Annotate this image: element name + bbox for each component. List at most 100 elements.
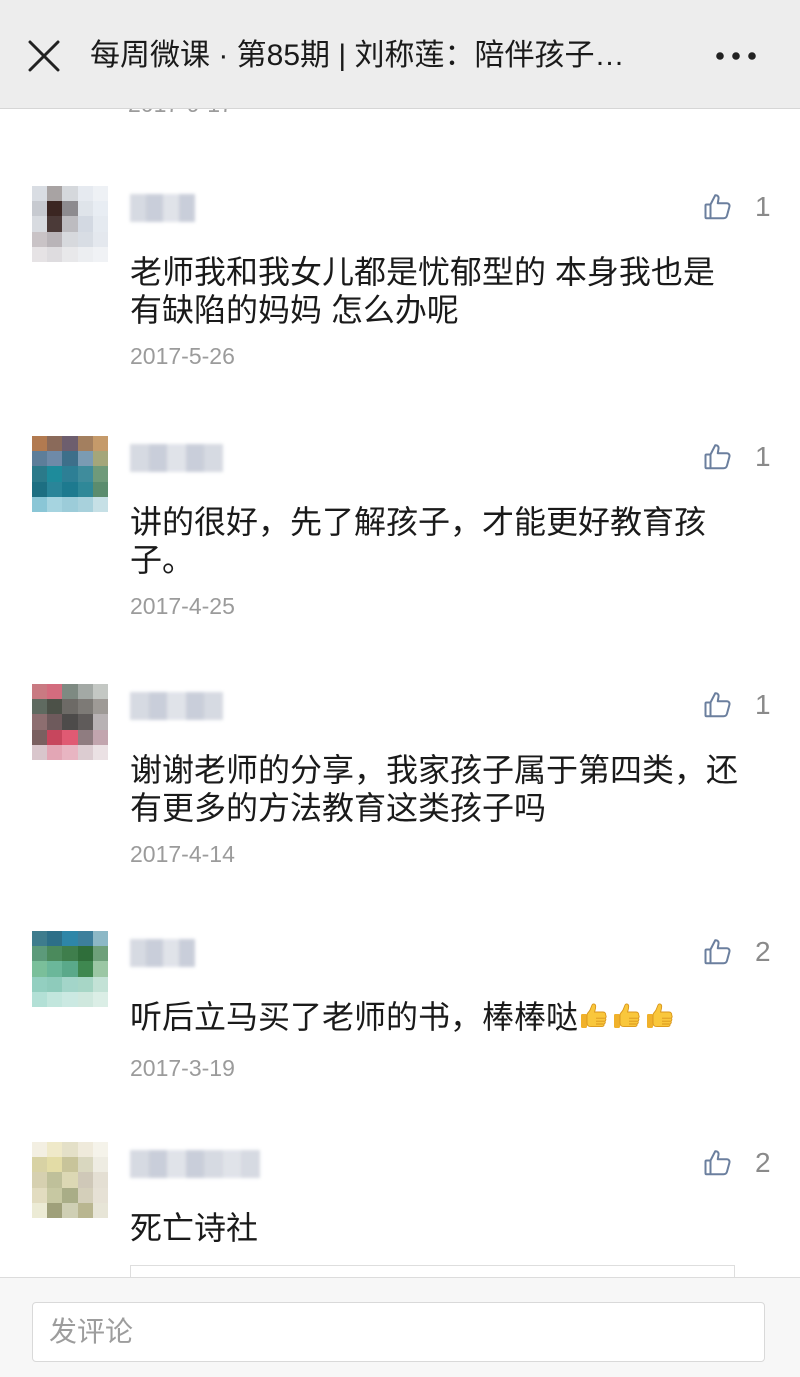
avatar-pixel [47, 684, 63, 700]
avatar-pixel [92, 729, 108, 745]
avatar-pixel [32, 1172, 48, 1188]
avatar-pixel [77, 216, 93, 232]
comment-item: 1 谢谢老师的分享，我家孩子属于第四类，还 有更多的方法教育这类孩子吗 2017… [0, 684, 800, 867]
avatar-pixel [62, 216, 78, 232]
avatar-pixel [47, 496, 63, 512]
comment-body: 听后立马买了老师的书，棒棒哒 2017-3-19 [130, 998, 677, 1083]
avatar-pixel [92, 976, 108, 992]
avatar-pixel [62, 466, 78, 482]
avatar-pixel [92, 466, 108, 482]
comment-date: 2017-4-25 [130, 593, 235, 619]
avatar-pixel [62, 186, 78, 202]
avatar-pixel [77, 684, 93, 700]
like-button[interactable]: 2 [703, 935, 783, 969]
avatar-pixel [32, 976, 48, 992]
comment-bar [0, 1277, 800, 1377]
avatar-pixel [62, 436, 78, 452]
like-button[interactable]: 2 [703, 1146, 783, 1180]
like-count: 1 [755, 689, 771, 720]
comment-body: 讲的很好，先了解孩子，才能更好教育孩 子。 2017-4-25 [130, 503, 706, 621]
avatar-pixel [62, 451, 78, 467]
avatar-pixel [77, 991, 93, 1007]
avatar-pixel [47, 946, 63, 962]
avatar-pixel [77, 744, 93, 760]
comment-text-line: 有缺陷的妈妈 怎么办呢 [130, 292, 459, 328]
avatar-pixel [77, 451, 93, 467]
like-button[interactable]: 1 [703, 440, 783, 474]
comment-text: 听后立马买了老师的书，棒棒哒 [130, 999, 579, 1035]
avatar-pixel [32, 246, 48, 262]
avatar-pixel [92, 496, 108, 512]
avatar-pixel [62, 1202, 78, 1218]
thumbs-up-emoji-icon [611, 1001, 643, 1033]
comment-text-line: 老师我和我女儿都是忧郁型的 本身我也是 [130, 254, 715, 290]
avatar-pixel [77, 1142, 93, 1158]
avatar-pixel [62, 684, 78, 700]
avatar-pixel [47, 961, 63, 977]
more-button[interactable] [708, 38, 764, 74]
avatar-pixel [92, 201, 108, 217]
avatar-pixel [92, 744, 108, 760]
thumbs-up-outline-icon [703, 937, 733, 967]
more-icon [716, 52, 756, 60]
comment-date: 2017-3-19 [130, 1055, 235, 1081]
avatar-pixel [77, 699, 93, 715]
avatar-pixel [77, 1202, 93, 1218]
like-count: 1 [755, 191, 771, 222]
commenter-name-blurred [130, 444, 223, 472]
avatar-pixel [92, 451, 108, 467]
avatar-pixel [77, 201, 93, 217]
commenter-name-blurred [130, 692, 223, 720]
thumbs-up-emoji-icon [578, 1001, 610, 1033]
avatar-pixel [32, 186, 48, 202]
avatar-pixel [47, 1202, 63, 1218]
page-title: 每周微课 · 第85期 | 刘称莲：陪伴孩子… [90, 39, 625, 72]
avatar-pixel [32, 961, 48, 977]
emoji-group [578, 1001, 677, 1041]
comment-input[interactable] [32, 1302, 765, 1362]
avatar-pixel [92, 216, 108, 232]
like-button[interactable]: 1 [703, 190, 783, 224]
comment-text-line: 有更多的方法教育这类孩子吗 [130, 790, 547, 826]
avatar-pixel [47, 991, 63, 1007]
avatar-pixel [92, 684, 108, 700]
avatar-pixel [47, 231, 63, 247]
comment-item: 1 老师我和我女儿都是忧郁型的 本身我也是 有缺陷的妈妈 怎么办呢 2017-5… [0, 186, 800, 369]
avatar-pixel [47, 1172, 63, 1188]
avatar-pixel [47, 699, 63, 715]
avatar-pixel [92, 1202, 108, 1218]
avatar-pixel [92, 961, 108, 977]
avatar-pixel [92, 1142, 108, 1158]
avatar-pixel [32, 991, 48, 1007]
avatar-pixel [62, 231, 78, 247]
close-button[interactable] [22, 34, 66, 78]
avatar-pixel [77, 436, 93, 452]
avatar-pixel [32, 466, 48, 482]
avatar-pixel [47, 1187, 63, 1203]
avatar-pixel [62, 201, 78, 217]
comment-body: 死亡诗社 [130, 1209, 258, 1247]
commenter-name-blurred [130, 194, 195, 222]
avatar-pixel [77, 231, 93, 247]
avatar-pixel [47, 931, 63, 947]
avatar-pixel [32, 436, 48, 452]
avatar-pixel [62, 1157, 78, 1173]
avatar-pixel [47, 186, 63, 202]
close-icon [28, 40, 60, 72]
avatar-pixel [62, 1142, 78, 1158]
like-count: 2 [755, 936, 771, 967]
avatar-pixel [62, 496, 78, 512]
avatar-pixel [92, 991, 108, 1007]
comment-date: 2017-5-26 [130, 343, 235, 369]
avatar-pixel [77, 976, 93, 992]
avatar-pixel [62, 729, 78, 745]
avatar-pixel [92, 1187, 108, 1203]
avatar-pixel [92, 481, 108, 497]
avatar-pixel [62, 991, 78, 1007]
avatar-pixel [47, 1157, 63, 1173]
like-button[interactable]: 1 [703, 688, 783, 722]
avatar-pixel [62, 931, 78, 947]
avatar-pixel [62, 744, 78, 760]
commenter-name-blurred [130, 939, 195, 967]
avatar-pixel [77, 961, 93, 977]
